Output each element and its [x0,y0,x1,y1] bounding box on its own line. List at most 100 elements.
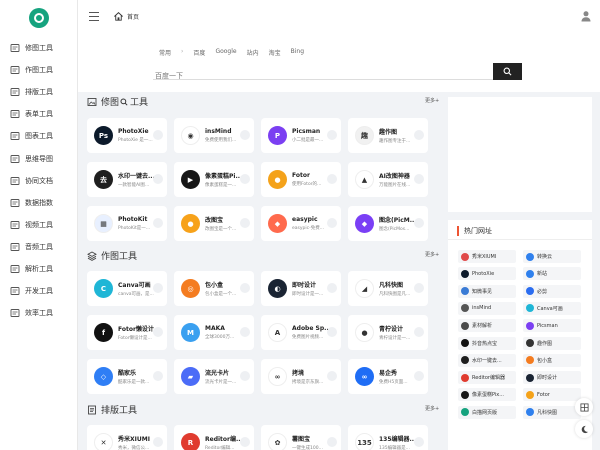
search-tab[interactable]: 百度 [193,48,205,57]
link-arrow-icon[interactable] [327,174,337,184]
link-arrow-icon[interactable] [153,327,163,337]
sidebar-item[interactable]: 音频工具 [0,236,78,258]
tool-card[interactable]: ∞ 拷境 拷境是京东旗... [261,359,341,394]
search-tab[interactable]: Google [215,48,236,57]
tool-card[interactable]: ▶ 像素蛋糕Pi... 像素蛋糕是一... [174,162,254,197]
more-link-retouch[interactable]: 更多+ [425,97,439,104]
link-arrow-icon[interactable] [414,218,424,228]
sidebar-item[interactable]: 修图工具 [0,37,78,59]
tool-card[interactable]: ◇ 酷家乐 酷家乐是一款... [87,359,167,394]
link-arrow-icon[interactable] [240,174,250,184]
tool-card[interactable]: A Adobe Sp... 免费图片视频... [261,315,341,350]
link-arrow-icon[interactable] [327,218,337,228]
sidebar-item[interactable]: 开发工具 [0,280,78,302]
search-tab[interactable]: Bing [291,48,304,57]
link-arrow-icon[interactable] [414,130,424,140]
link-arrow-icon[interactable] [327,371,337,381]
hot-site-item[interactable]: Picsman [523,319,581,333]
tool-card[interactable]: ▦ PhotoKit PhotoKit是一... [87,206,167,241]
link-arrow-icon[interactable] [240,130,250,140]
hot-site-item[interactable]: 素材解析 [458,319,516,333]
link-arrow-icon[interactable] [153,371,163,381]
search-tab[interactable]: 淘宝 [269,48,281,57]
tool-card[interactable]: ◢ 凡科快图 凡科快图是凡... [348,271,428,306]
sidebar-item[interactable]: 图表工具 [0,125,78,147]
tool-card[interactable]: P Picsman 小二批是最一... [261,118,341,153]
home-link[interactable]: 首页 [113,11,139,22]
hot-site-item[interactable]: 新站 [523,267,581,281]
sidebar-item[interactable]: 视频工具 [0,214,78,236]
tool-card[interactable]: ◆ easypic easypic-免费... [261,206,341,241]
sidebar-item[interactable]: 思维导图 [0,147,78,169]
tool-card[interactable]: ● Fotor 使用Fotor的... [261,162,341,197]
link-arrow-icon[interactable] [414,327,424,337]
link-arrow-icon[interactable] [153,437,163,447]
hot-site-item[interactable]: insMind [458,301,516,315]
tool-card[interactable]: ● 改图宝 改图宝是一个... [174,206,254,241]
hot-site-item[interactable]: 抖音热点宝 [458,336,516,350]
tool-card[interactable]: M MAKA 全球3000万... [174,315,254,350]
hot-site-item[interactable]: Reditor编辑器 [458,371,516,385]
more-link-design[interactable]: 更多+ [425,251,439,258]
hot-site-item[interactable]: Canva可画 [523,301,581,315]
hot-site-item[interactable]: 白描网页版 [458,405,516,419]
widget-button[interactable] [575,398,593,416]
sidebar-item[interactable]: 排版工具 [0,81,78,103]
theme-toggle-button[interactable] [575,420,593,438]
tool-card[interactable]: Ps PhotoXie PhotoXie 是一... [87,118,167,153]
link-arrow-icon[interactable] [327,130,337,140]
tool-card[interactable]: 135 135编辑器... 135编辑器是... [348,425,428,450]
tool-card[interactable]: ∞ 易企秀 免费H5页面... [348,359,428,394]
hot-site-item[interactable]: 即时设计 [523,371,581,385]
menu-toggle-icon[interactable] [89,12,99,24]
link-arrow-icon[interactable] [414,371,424,381]
hot-site-item[interactable]: 知微事见 [458,284,516,298]
search-input[interactable] [153,68,483,84]
link-arrow-icon[interactable] [153,174,163,184]
link-arrow-icon[interactable] [414,437,424,447]
hot-site-item[interactable]: 转换云 [523,250,581,263]
sidebar-item[interactable]: 数据指数 [0,192,78,214]
link-arrow-icon[interactable] [240,283,250,293]
sidebar-item[interactable]: 效率工具 [0,302,78,324]
link-arrow-icon[interactable] [153,130,163,140]
tool-card[interactable]: ● 青柠设计 青柠设计是一... [348,315,428,350]
hot-site-item[interactable]: 包小盒 [523,353,581,367]
user-icon[interactable] [580,10,592,22]
link-arrow-icon[interactable] [327,437,337,447]
tool-card[interactable]: f Fotor懒设计 Fotor懒设计是... [87,315,167,350]
site-logo-icon[interactable] [29,8,49,28]
hot-site-item[interactable]: 凡科快图 [523,405,581,419]
sidebar-item[interactable]: 表单工具 [0,103,78,125]
sidebar-item[interactable]: 解析工具 [0,258,78,280]
link-arrow-icon[interactable] [240,371,250,381]
tool-card[interactable]: ◉ insMind 免费使用我们... [174,118,254,153]
search-tab[interactable]: 常用 [159,48,171,57]
link-arrow-icon[interactable] [153,283,163,293]
search-button[interactable] [493,63,522,80]
link-arrow-icon[interactable] [327,283,337,293]
tool-card[interactable]: ◐ 即时设计 即时设计是一... [261,271,341,306]
sidebar-item[interactable]: 协同文档 [0,170,78,192]
link-arrow-icon[interactable] [240,218,250,228]
hot-site-item[interactable]: Fotor [523,388,581,402]
tool-card[interactable]: ▲ AI改图神器 万能图片在线... [348,162,428,197]
link-arrow-icon[interactable] [414,283,424,293]
tool-card[interactable]: C Canva可画 canva可画，是... [87,271,167,306]
link-arrow-icon[interactable] [240,327,250,337]
tool-card[interactable]: ◆ 图念(PicM... 图念(PicMos... [348,206,428,241]
tool-card[interactable]: ◎ 包小盒 包小盒是一个... [174,271,254,306]
hot-site-item[interactable]: 水印一键去... [458,353,516,367]
tool-card[interactable]: ✿ 薯图宝 一键生成100... [261,425,341,450]
hot-site-item[interactable]: PhotoXie [458,267,516,281]
link-arrow-icon[interactable] [240,437,250,447]
more-link-layout[interactable]: 更多+ [425,405,439,412]
link-arrow-icon[interactable] [327,327,337,337]
hot-site-item[interactable]: 像素蛋糕Pix... [458,388,516,402]
search-tab[interactable]: 站内 [247,48,259,57]
sidebar-item[interactable]: 作图工具 [0,59,78,81]
tool-card[interactable]: ▰ 流光卡片 流光卡片是一... [174,359,254,394]
hot-site-item[interactable]: 必剪 [523,284,581,298]
tool-card[interactable]: 趣趣作图 趣作图专注于... [348,118,428,153]
link-arrow-icon[interactable] [153,218,163,228]
